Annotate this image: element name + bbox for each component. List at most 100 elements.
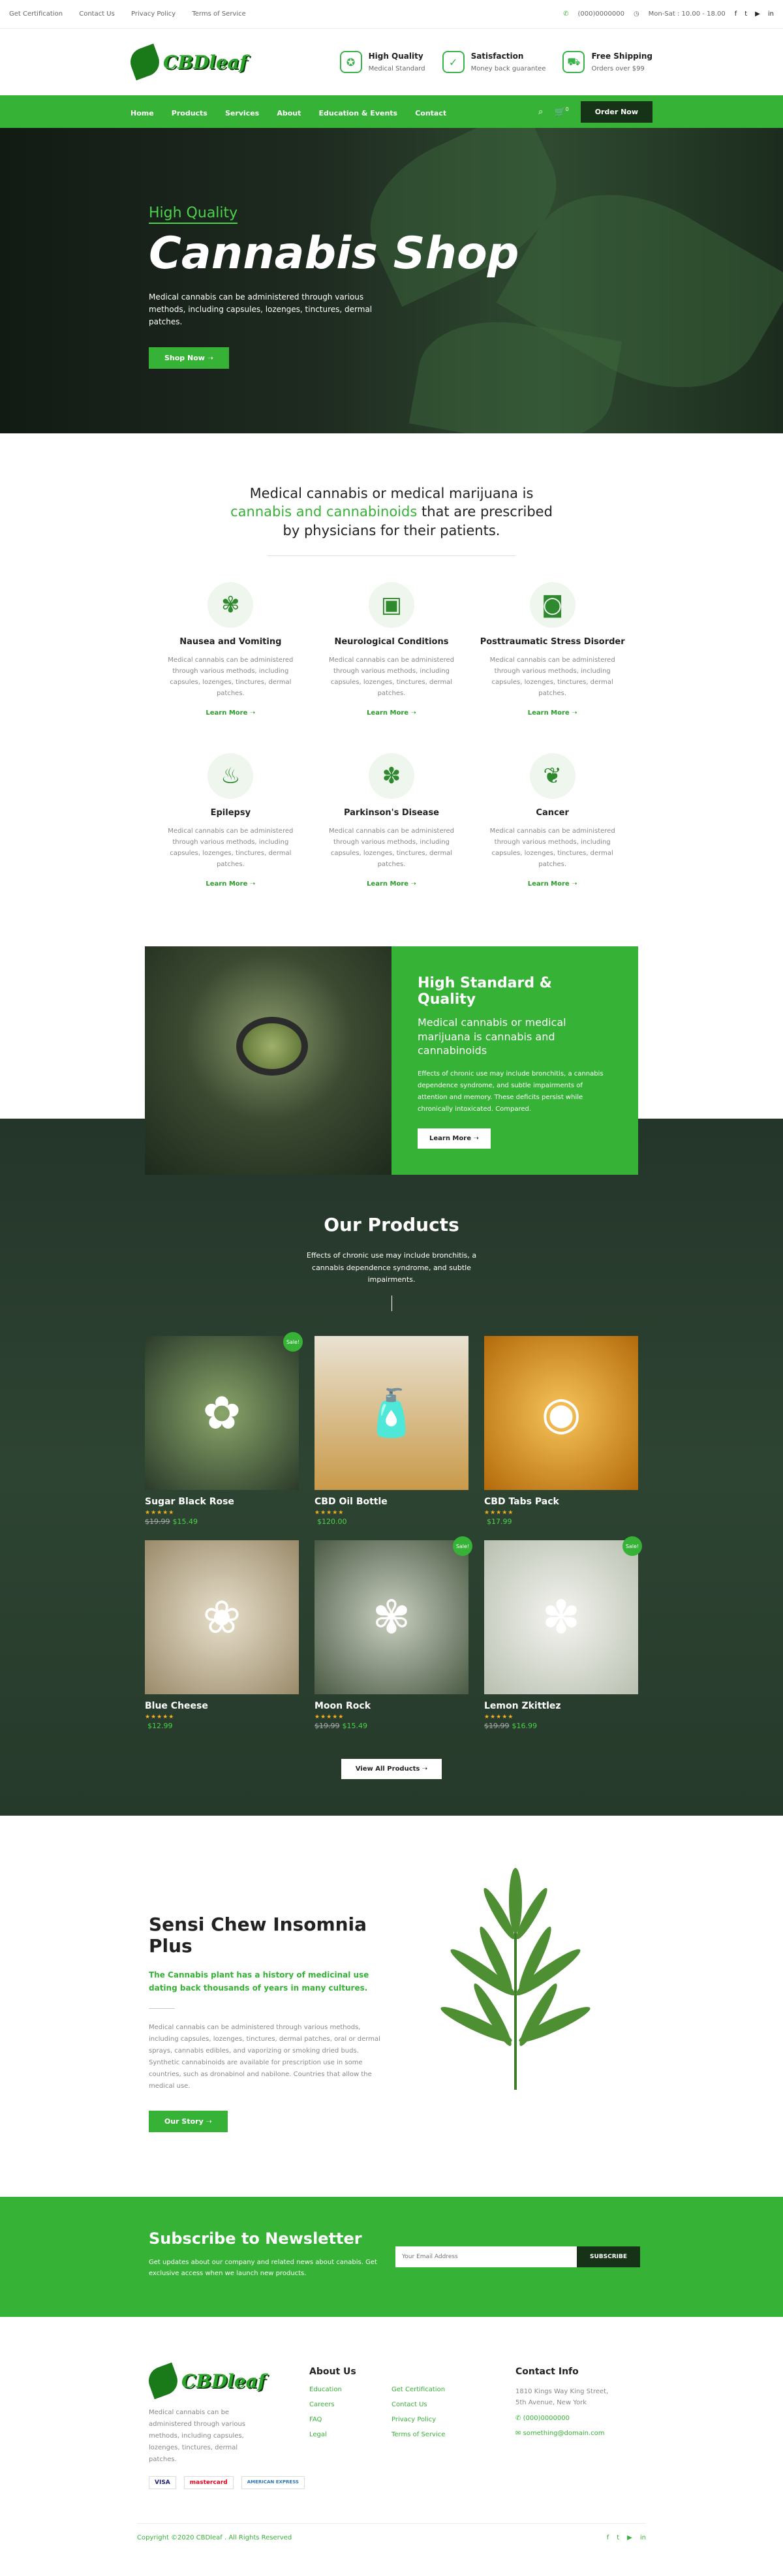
youtube-icon[interactable]: ▶ bbox=[755, 10, 760, 18]
our-story-button[interactable]: Our Story ➝ bbox=[149, 2110, 228, 2132]
products-section: Our Products Effects of chronic use may … bbox=[0, 1214, 783, 1780]
product-name[interactable]: CBD Tabs Pack bbox=[484, 1497, 638, 1507]
our-story-label: Our Story bbox=[164, 2117, 204, 2126]
sale-badge: Sale! bbox=[283, 1332, 303, 1352]
linkedin-icon[interactable]: in bbox=[768, 10, 774, 18]
quality-learn-more-button[interactable]: Learn More ➝ bbox=[418, 1128, 491, 1149]
products-subtitle: Effects of chronic use may include bronc… bbox=[306, 1251, 477, 1284]
footer-link-legal[interactable]: Legal bbox=[309, 2431, 356, 2438]
newsletter-text: Get updates about our company and relate… bbox=[149, 2259, 377, 2278]
product-name[interactable]: CBD Oil Bottle bbox=[315, 1497, 468, 1507]
twitter-icon[interactable]: t bbox=[745, 10, 747, 18]
condition-card: ✽ Parkinson's Disease Medical cannabis c… bbox=[311, 753, 472, 888]
old-price: $19.99 bbox=[145, 1517, 170, 1527]
product-name[interactable]: Moon Rock bbox=[315, 1701, 468, 1711]
footer-link-terms[interactable]: Terms of Service bbox=[392, 2431, 445, 2438]
top-hours: Mon-Sat : 10.00 - 18.00 bbox=[648, 10, 726, 18]
hero-text: Medical cannabis can be administered thr… bbox=[149, 292, 373, 327]
facebook-icon[interactable]: f bbox=[607, 2534, 609, 2541]
condition-text: Medical cannabis can be administered thr… bbox=[489, 828, 615, 869]
product-card[interactable]: ◉ CBD Tabs Pack ★★★★★ $17.99 bbox=[484, 1336, 638, 1526]
footer-link-contact[interactable]: Contact Us bbox=[392, 2401, 445, 2408]
product-card[interactable]: 🧴 CBD Oil Bottle ★★★★★ $120.00 bbox=[315, 1336, 468, 1526]
condition-text: Medical cannabis can be administered thr… bbox=[328, 828, 454, 869]
lead-part-1: Medical cannabis or medical marijuana is bbox=[249, 486, 534, 501]
cannabis-leaf-icon: ✾ bbox=[207, 582, 254, 628]
condition-text: Medical cannabis can be administered thr… bbox=[168, 657, 294, 698]
product-name[interactable]: Blue Cheese bbox=[145, 1701, 299, 1711]
facebook-icon[interactable]: f bbox=[735, 10, 737, 18]
sale-badge: Sale! bbox=[453, 1536, 472, 1557]
product-image[interactable]: ✽ Sale! bbox=[484, 1536, 642, 1695]
footer-link-certification[interactable]: Get Certification bbox=[392, 2386, 445, 2393]
cannabis-plant-image bbox=[440, 1868, 591, 2090]
view-all-products-button[interactable]: View All Products ➝ bbox=[341, 1759, 442, 1780]
search-icon[interactable]: ⌕ bbox=[538, 107, 543, 117]
sensi-section: Sensi Chew Insomnia Plus The Cannabis pl… bbox=[0, 1816, 783, 2197]
learn-more-link[interactable]: Learn More ➝ bbox=[311, 709, 472, 717]
shop-now-label: Shop Now bbox=[164, 353, 205, 362]
main-nav: Home Products Services About Education &… bbox=[0, 95, 783, 128]
logo[interactable]: CBDleaf bbox=[126, 43, 247, 81]
footer-link-privacy[interactable]: Privacy Policy bbox=[392, 2416, 445, 2423]
top-phone[interactable]: (000)0000000 bbox=[578, 10, 624, 18]
top-link-certification[interactable]: Get Certification bbox=[9, 10, 63, 18]
nav-item-services[interactable]: Services bbox=[225, 109, 259, 117]
nav-item-home[interactable]: Home bbox=[130, 109, 154, 117]
divider bbox=[268, 555, 515, 557]
product-image[interactable]: ✿ Sale! bbox=[145, 1332, 303, 1491]
footer-link-careers[interactable]: Careers bbox=[309, 2401, 356, 2408]
footer-link-education[interactable]: Education bbox=[309, 2386, 356, 2393]
twitter-icon[interactable]: t bbox=[617, 2534, 619, 2541]
learn-more-link[interactable]: Learn More ➝ bbox=[150, 880, 311, 888]
feature-satisfaction: ✓ Satisfaction Money back guarantee bbox=[442, 51, 546, 73]
linkedin-icon[interactable]: in bbox=[640, 2534, 646, 2541]
current-price: $12.99 bbox=[147, 1722, 173, 1731]
product-card[interactable]: ❀ Blue Cheese ★★★★★ $12.99 bbox=[145, 1540, 299, 1730]
email-input[interactable] bbox=[395, 2246, 577, 2268]
learn-more-link[interactable]: Learn More ➝ bbox=[150, 709, 311, 717]
product-card[interactable]: ✽ Sale! Lemon Zkittlez ★★★★★ $19.99 $16.99 bbox=[484, 1536, 642, 1731]
shop-now-button[interactable]: Shop Now ➝ bbox=[149, 347, 229, 369]
feature-subtitle: Money back guarantee bbox=[470, 65, 546, 72]
youtube-icon[interactable]: ▶ bbox=[627, 2534, 632, 2541]
visa-icon: VISA bbox=[149, 2476, 176, 2490]
product-image[interactable]: ◉ bbox=[484, 1336, 638, 1491]
product-image[interactable]: ❀ bbox=[145, 1540, 299, 1695]
footer-email[interactable]: ✉ something@domain.com bbox=[515, 2430, 620, 2437]
learn-more-link[interactable]: Learn More ➝ bbox=[472, 709, 633, 717]
nav-tools: ⌕ 🛒0 Order Now bbox=[538, 101, 652, 123]
footer-social-links: f t ▶ in bbox=[607, 2534, 646, 2541]
nav-item-about[interactable]: About bbox=[277, 109, 301, 117]
cart-icon[interactable]: 🛒0 bbox=[555, 106, 568, 117]
footer-link-faq[interactable]: FAQ bbox=[309, 2416, 356, 2423]
learn-more-link[interactable]: Learn More ➝ bbox=[472, 880, 633, 888]
quality-title: High Standard & Quality bbox=[418, 975, 552, 1008]
nav-item-education[interactable]: Education & Events bbox=[318, 109, 397, 117]
view-all-label: View All Products bbox=[355, 1765, 420, 1773]
order-now-button[interactable]: Order Now bbox=[580, 101, 652, 123]
copyright-text: Copyright ©2020 CBDleaf . All Rights Res… bbox=[137, 2534, 292, 2542]
nav-item-products[interactable]: Products bbox=[172, 109, 207, 117]
top-link-contact[interactable]: Contact Us bbox=[79, 10, 115, 18]
product-card[interactable]: ✾ Sale! Moon Rock ★★★★★ $19.99 $15.49 bbox=[315, 1536, 472, 1730]
footer-logo[interactable]: CBDleaf bbox=[144, 2362, 305, 2400]
product-name[interactable]: Lemon Zkittlez bbox=[484, 1701, 638, 1711]
nav-item-contact[interactable]: Contact bbox=[415, 109, 446, 117]
product-card[interactable]: ✿ Sale! Sugar Black Rose ★★★★★ $19.99 $15.… bbox=[145, 1332, 303, 1527]
product-name[interactable]: Sugar Black Rose bbox=[145, 1497, 299, 1507]
footer-phone[interactable]: ✆ (000)0000000 bbox=[515, 2415, 620, 2422]
top-link-privacy[interactable]: Privacy Policy bbox=[131, 10, 176, 18]
subscribe-button[interactable]: SUBSCRIBE bbox=[577, 2246, 641, 2268]
old-price: $19.99 bbox=[484, 1722, 510, 1731]
product-image[interactable]: 🧴 bbox=[315, 1336, 468, 1491]
quality-text: Effects of chronic use may include bronc… bbox=[418, 1070, 604, 1113]
learn-more-label: Learn More bbox=[527, 880, 570, 888]
learn-more-link[interactable]: Learn More ➝ bbox=[311, 880, 472, 888]
current-price: $120.00 bbox=[317, 1517, 347, 1527]
condition-card: ❦ Cancer Medical cannabis can be adminis… bbox=[472, 753, 633, 888]
top-link-terms[interactable]: Terms of Service bbox=[192, 10, 245, 18]
top-links: Get Certification Contact Us Privacy Pol… bbox=[9, 10, 260, 18]
shield-check-icon: ✓ bbox=[442, 51, 465, 73]
product-image[interactable]: ✾ Sale! bbox=[315, 1536, 472, 1695]
